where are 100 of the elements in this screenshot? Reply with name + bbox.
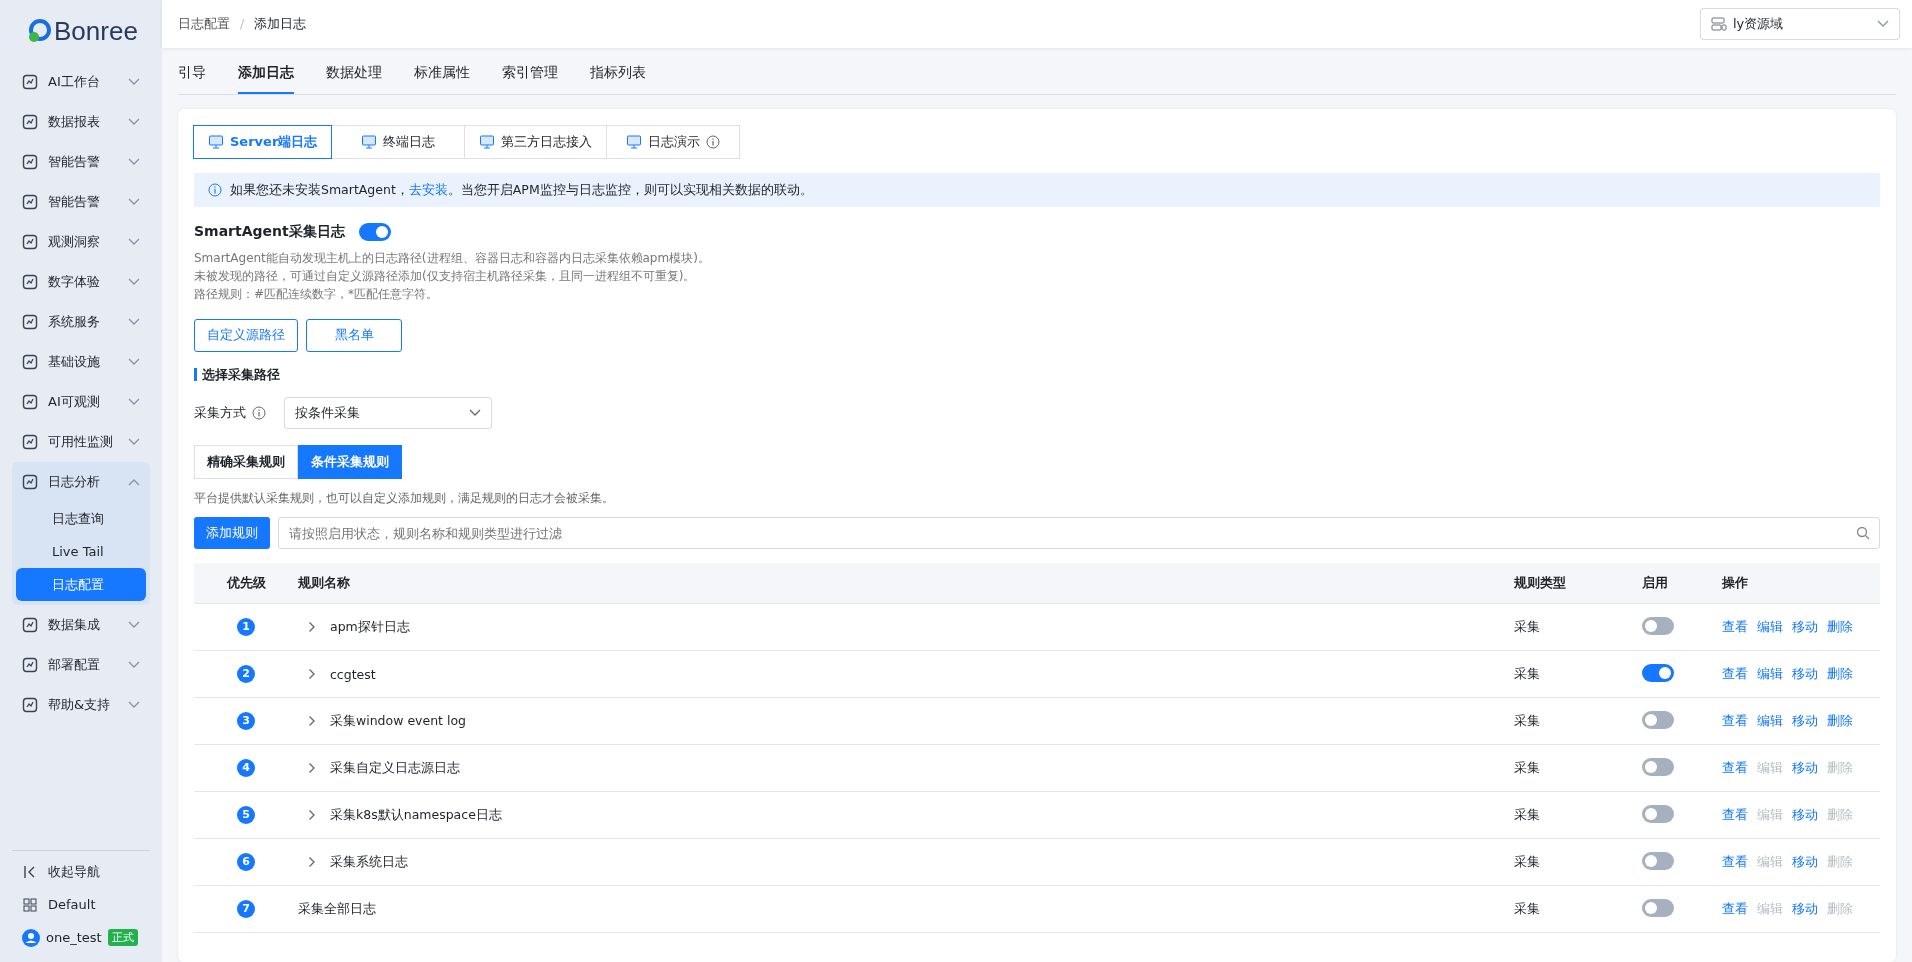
workspace-item[interactable]: Default bbox=[12, 888, 150, 921]
toggle-switch[interactable] bbox=[1642, 616, 1674, 635]
method-select[interactable]: 按条件采集 bbox=[284, 397, 492, 429]
page-tab[interactable]: 添加日志 bbox=[238, 64, 294, 94]
priority-badge: 5 bbox=[237, 806, 255, 824]
source-tab[interactable]: 终端日志 bbox=[331, 125, 466, 159]
toggle-switch[interactable] bbox=[1642, 898, 1674, 917]
expand-icon[interactable] bbox=[308, 856, 316, 868]
info-icon bbox=[706, 135, 721, 149]
action-link[interactable]: 移动 bbox=[1792, 853, 1818, 871]
filter-field[interactable]: 请按照启用状态，规则名称和规则类型进行过滤 bbox=[278, 517, 1880, 549]
nav-subitem[interactable]: 日志配置 bbox=[16, 568, 146, 601]
action-link[interactable]: 编辑 bbox=[1757, 712, 1783, 730]
outline-button[interactable]: 黑名单 bbox=[306, 319, 402, 352]
action-link[interactable]: 查看 bbox=[1722, 618, 1748, 636]
action-link[interactable]: 查看 bbox=[1722, 806, 1748, 824]
breadcrumb-separator: / bbox=[240, 15, 245, 33]
nav-item[interactable]: 帮助&支持 bbox=[12, 685, 150, 725]
page-tab[interactable]: 指标列表 bbox=[590, 64, 646, 94]
expand-icon[interactable] bbox=[308, 621, 316, 633]
breadcrumb-item[interactable]: 日志配置 bbox=[178, 15, 230, 33]
square-icon bbox=[22, 114, 38, 130]
toggle-switch[interactable] bbox=[358, 223, 391, 241]
action-link[interactable]: 移动 bbox=[1792, 806, 1818, 824]
action-link[interactable]: 移动 bbox=[1792, 900, 1818, 918]
nav-item[interactable]: 部署配置 bbox=[12, 645, 150, 685]
action-link[interactable]: 查看 bbox=[1722, 853, 1748, 871]
nav-item[interactable]: 系统服务 bbox=[12, 302, 150, 342]
page-tab[interactable]: 引导 bbox=[178, 64, 206, 94]
source-tab[interactable]: 第三方日志接入 bbox=[464, 125, 608, 159]
expand-icon[interactable] bbox=[308, 668, 316, 680]
square-icon bbox=[22, 274, 38, 290]
action-link[interactable]: 查看 bbox=[1722, 712, 1748, 730]
source-tab[interactable]: Server端日志 bbox=[193, 125, 333, 159]
nav-item[interactable]: 可用性监测 bbox=[12, 422, 150, 462]
hint-text: 平台提供默认采集规则，也可以自定义添加规则，满足规则的日志才会被采集。 bbox=[194, 490, 615, 507]
action-link[interactable]: 编辑 bbox=[1757, 618, 1783, 636]
chevron-icon bbox=[128, 238, 140, 246]
nav-item[interactable]: 基础设施 bbox=[12, 342, 150, 382]
rule-name: 采集自定义日志源日志 bbox=[330, 759, 460, 777]
expand-icon[interactable] bbox=[308, 715, 316, 727]
add-rule-button[interactable]: 添加规则 bbox=[194, 517, 270, 549]
chevron-icon bbox=[128, 701, 140, 709]
nav-item[interactable]: 数据报表 bbox=[12, 102, 150, 142]
chevron-icon bbox=[128, 278, 140, 286]
domain-select[interactable]: ly资源域 bbox=[1700, 8, 1900, 40]
rule-type: 采集 bbox=[1514, 665, 1540, 681]
toggle-switch[interactable] bbox=[1642, 710, 1674, 729]
nav-subitem[interactable]: 日志查询 bbox=[16, 502, 146, 535]
action-link[interactable]: 移动 bbox=[1792, 618, 1818, 636]
rule-tab[interactable]: 精确采集规则 bbox=[194, 445, 298, 479]
info-icon bbox=[252, 406, 266, 420]
toggle-switch[interactable] bbox=[1642, 663, 1674, 682]
toggle-switch[interactable] bbox=[1642, 804, 1674, 823]
page-tab[interactable]: 数据处理 bbox=[326, 64, 382, 94]
expand-icon[interactable] bbox=[308, 809, 316, 821]
toggle-switch[interactable] bbox=[1642, 757, 1674, 776]
action-link[interactable]: 移动 bbox=[1792, 759, 1818, 777]
expand-icon[interactable] bbox=[308, 762, 316, 774]
nav-item[interactable]: 观测洞察 bbox=[12, 222, 150, 262]
action-link[interactable]: 编辑 bbox=[1757, 665, 1783, 683]
source-tab[interactable]: 日志演示 bbox=[606, 125, 741, 159]
chevron-icon bbox=[469, 409, 481, 417]
install-link[interactable]: 去安装 bbox=[408, 181, 448, 197]
square-icon bbox=[22, 354, 38, 370]
square-icon bbox=[22, 697, 38, 713]
outline-button[interactable]: 自定义源路径 bbox=[194, 319, 298, 352]
action-link[interactable]: 删除 bbox=[1827, 712, 1853, 730]
chevron-icon bbox=[128, 118, 140, 126]
square-icon bbox=[22, 234, 38, 250]
logo-icon bbox=[26, 18, 52, 44]
rule-tab[interactable]: 条件采集规则 bbox=[298, 445, 402, 479]
action-link[interactable]: 查看 bbox=[1722, 900, 1748, 918]
nav-subitem[interactable]: Live Tail bbox=[16, 535, 146, 568]
action-link[interactable]: 删除 bbox=[1827, 665, 1853, 683]
square-icon bbox=[22, 194, 38, 210]
action-link[interactable]: 移动 bbox=[1792, 712, 1818, 730]
toggle-switch[interactable] bbox=[1642, 851, 1674, 870]
section-heading: 选择采集路径 bbox=[194, 368, 1880, 381]
page-tab[interactable]: 索引管理 bbox=[502, 64, 558, 94]
nav-item[interactable]: 智能告警 bbox=[12, 142, 150, 182]
nav-item[interactable]: AI工作台 bbox=[12, 62, 150, 102]
user-name: one_test bbox=[46, 930, 102, 945]
priority-badge: 7 bbox=[237, 900, 255, 918]
nav-item[interactable]: 数据集成 bbox=[12, 605, 150, 645]
chevron-icon bbox=[128, 478, 140, 486]
nav-item[interactable]: 日志分析 bbox=[12, 462, 150, 502]
nav-item[interactable]: AI可观测 bbox=[12, 382, 150, 422]
collapse-nav-button[interactable]: 收起导航 bbox=[12, 855, 150, 888]
column-header: 优先级 bbox=[225, 574, 267, 592]
nav-item[interactable]: 数字体验 bbox=[12, 262, 150, 302]
action-link[interactable]: 查看 bbox=[1722, 665, 1748, 683]
action-link[interactable]: 移动 bbox=[1792, 665, 1818, 683]
monitor-icon bbox=[626, 134, 643, 150]
page-tab[interactable]: 标准属性 bbox=[414, 64, 470, 94]
rule-type: 采集 bbox=[1514, 900, 1540, 916]
action-link[interactable]: 删除 bbox=[1827, 618, 1853, 636]
action-link[interactable]: 查看 bbox=[1722, 759, 1748, 777]
square-icon bbox=[22, 314, 38, 330]
nav-item[interactable]: 智能告警 bbox=[12, 182, 150, 222]
